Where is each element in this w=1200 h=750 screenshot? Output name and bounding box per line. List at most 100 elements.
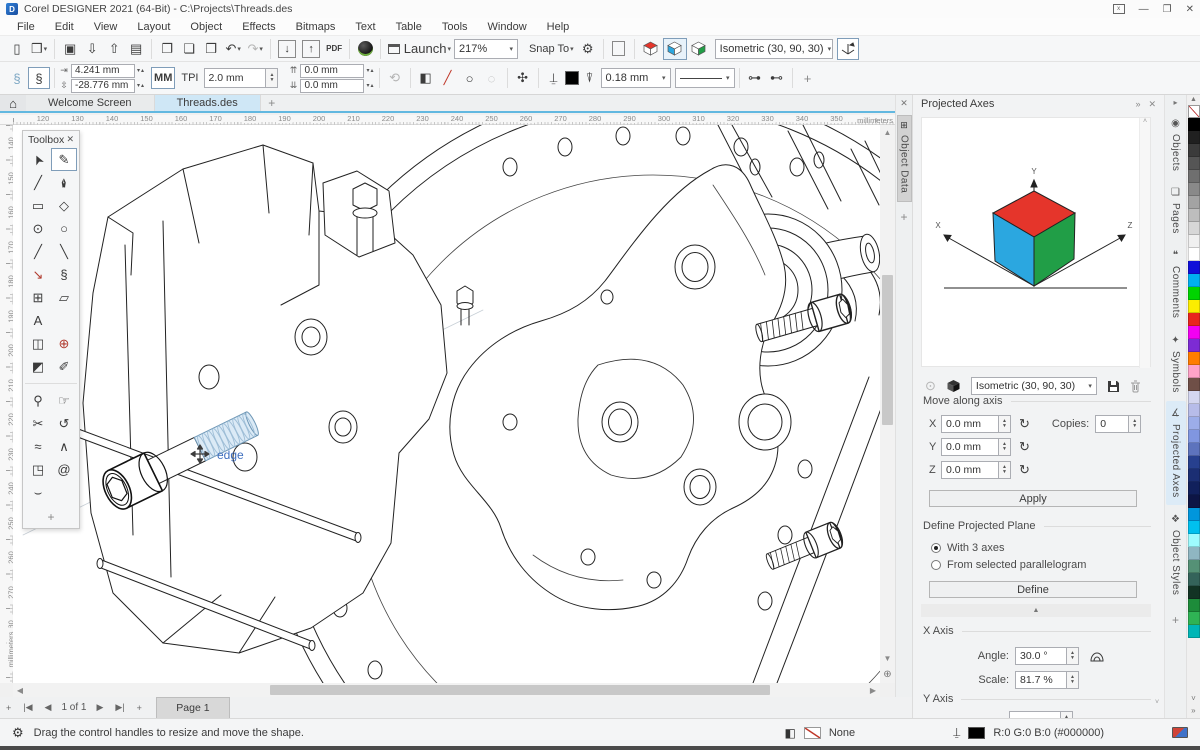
visibility-eye-icon[interactable]: ⊙ — [925, 378, 936, 394]
projected-axes-tool-icon[interactable] — [837, 38, 859, 60]
menu-tools[interactable]: Tools — [433, 19, 477, 35]
color-swatch-ffa3c8[interactable] — [1188, 365, 1200, 378]
menu-file[interactable]: File — [8, 19, 44, 35]
import-workspace-button[interactable]: ↓ — [275, 38, 299, 60]
docker-tab-comments[interactable]: ❝Comments — [1166, 243, 1186, 325]
color-swatch-0096dc[interactable] — [1188, 508, 1200, 521]
docker-scrollbar[interactable]: ˅ — [1152, 117, 1162, 713]
toolbox-add-icon[interactable]: + — [23, 504, 79, 524]
virtual-segment-tool[interactable]: ✂ — [25, 412, 51, 435]
color-swatch-1b2e73[interactable] — [1188, 469, 1200, 482]
new-tab-button[interactable]: + — [261, 95, 283, 111]
menu-window[interactable]: Window — [479, 19, 536, 35]
color-swatch-ffffff[interactable] — [1188, 248, 1200, 261]
radio-with-3-axes[interactable] — [931, 543, 941, 553]
menu-text[interactable]: Text — [346, 19, 384, 35]
fill-tool-icon[interactable]: ◧ — [415, 67, 437, 89]
color-swatch-202020[interactable] — [1188, 131, 1200, 144]
status-gear-icon[interactable]: ⚙ — [12, 725, 24, 741]
color-swatch-8096e0[interactable] — [1188, 430, 1200, 443]
drawing-canvas[interactable]: edge — [13, 125, 880, 683]
x-position-spinner[interactable]: ▾▴ — [137, 67, 145, 74]
pan-tool[interactable]: ☞ — [51, 389, 77, 412]
y-angle-field[interactable] — [1009, 711, 1061, 718]
publish-pdf-button[interactable]: PDF — [323, 38, 345, 60]
color-swatch-00b0f0[interactable] — [1188, 274, 1200, 287]
color-swatch-555555[interactable] — [1188, 157, 1200, 170]
color-swatch-f0f0f0[interactable] — [1188, 235, 1200, 248]
minimize-button[interactable]: — — [1139, 4, 1149, 15]
angle-field[interactable]: 30.0 ° — [1015, 647, 1067, 665]
options-gear-icon[interactable]: ⚙ — [577, 38, 599, 60]
scroll-right-icon[interactable]: ▶ — [866, 683, 880, 697]
copy-button[interactable]: ❏ — [178, 38, 200, 60]
rectangle-tool[interactable]: ▭ — [25, 194, 51, 217]
close-button[interactable]: ✕ — [1186, 4, 1194, 15]
color-swatch-fced00[interactable] — [1188, 300, 1200, 313]
home-tab-icon[interactable]: ⌂ — [0, 95, 26, 111]
move-y-field[interactable]: 0.0 mm — [941, 438, 999, 456]
color-swatch-b7bce9[interactable] — [1188, 404, 1200, 417]
save-button[interactable]: ▣ — [59, 38, 81, 60]
color-swatch-0f0fd9[interactable] — [1188, 261, 1200, 274]
graph-paper-tool[interactable]: ⊞ — [25, 286, 51, 309]
undo-button[interactable]: ↶▾ — [222, 38, 244, 60]
export-workspace-button[interactable]: ↑ — [299, 38, 323, 60]
projected-shape-tool[interactable]: ◫ — [25, 332, 51, 355]
color-swatch-d7d7d7[interactable] — [1188, 222, 1200, 235]
extrude-tool[interactable]: ◳ — [25, 458, 51, 481]
color-swatch-00b6b6[interactable] — [1188, 625, 1200, 638]
outline-color-swatch[interactable] — [565, 71, 579, 85]
color-swatch-1d8c3a[interactable] — [1188, 599, 1200, 612]
eyedropper-tool[interactable]: ✐ — [51, 355, 77, 378]
docker-scroll-down-icon[interactable]: ˅ — [1152, 699, 1162, 706]
move-x-field[interactable]: 0.0 mm — [941, 415, 999, 433]
menu-bitmaps[interactable]: Bitmaps — [287, 19, 345, 35]
front-view-cube-icon[interactable] — [663, 38, 687, 60]
shape-tool[interactable]: ✎ — [51, 148, 77, 171]
repeat-y-icon[interactable]: ↻ — [1019, 439, 1030, 455]
define-button[interactable]: Define — [929, 581, 1137, 598]
launch-button[interactable]: Launch▾ — [385, 38, 454, 60]
last-page-icon[interactable]: ▶| — [109, 697, 130, 718]
scale-spinner[interactable]: ▲▼ — [1067, 671, 1079, 689]
y-position-field[interactable]: -28.776 mm — [71, 79, 135, 93]
add-docker-icon[interactable]: + — [1172, 613, 1179, 627]
offset-bottom-spinner[interactable]: ▾▴ — [366, 82, 374, 89]
smear-tool[interactable]: ≈ — [25, 435, 51, 458]
scroll-left-icon[interactable]: ◀ — [13, 683, 27, 697]
x-position-field[interactable]: 4.241 mm — [71, 64, 135, 78]
color-swatch-6f6f6f[interactable] — [1188, 170, 1200, 183]
polygon-tool[interactable]: ◇ — [51, 194, 77, 217]
y-angle-spinner[interactable]: ▲▼ — [1061, 711, 1073, 718]
thread-through-icon[interactable]: § — [28, 67, 50, 89]
arrowhead-start-icon[interactable]: ⊶ — [744, 67, 766, 89]
outline-width-combo[interactable]: 0.18 mm▾ — [601, 68, 671, 88]
color-swatch-d4d6f0[interactable] — [1188, 391, 1200, 404]
save-preset-icon[interactable] — [1107, 380, 1120, 393]
free-transform-tool[interactable]: ↺ — [51, 412, 77, 435]
thick-line-tool[interactable]: ╲ — [51, 240, 77, 263]
zoom-level-combo[interactable]: 217%▾ — [454, 39, 518, 59]
docker-float-icon[interactable]: » — [1135, 99, 1140, 110]
print-button[interactable]: ▤ — [125, 38, 147, 60]
plane-cube-icon[interactable] — [946, 379, 961, 393]
ellipse-tool[interactable]: ○ — [51, 217, 77, 240]
add-page-after-icon[interactable]: + — [131, 697, 148, 718]
menu-edit[interactable]: Edit — [46, 19, 83, 35]
color-swatch-3b3b3b[interactable] — [1188, 144, 1200, 157]
roughen-tool[interactable]: ∧ — [51, 435, 77, 458]
docker-tab-object-styles[interactable]: ❖Object Styles — [1166, 507, 1186, 602]
fill-none-swatch[interactable] — [804, 727, 821, 739]
color-swatch-f200f2[interactable] — [1188, 326, 1200, 339]
color-swatch-27408f[interactable] — [1188, 456, 1200, 469]
color-swatch-559176[interactable] — [1188, 560, 1200, 573]
next-page-icon[interactable]: ▶ — [90, 697, 109, 718]
color-swatch-bdbdbd[interactable] — [1188, 209, 1200, 222]
scroll-up-icon[interactable]: ▲ — [880, 125, 895, 139]
docker-tab-pages[interactable]: ❏Pages — [1166, 180, 1186, 241]
menu-help[interactable]: Help — [538, 19, 579, 35]
horizontal-scrollbar[interactable]: ◀ ▶ — [13, 683, 880, 697]
tab-threads-des[interactable]: Threads.des — [155, 95, 261, 111]
palette-scroll-up-icon[interactable]: ▲ — [1190, 95, 1197, 105]
